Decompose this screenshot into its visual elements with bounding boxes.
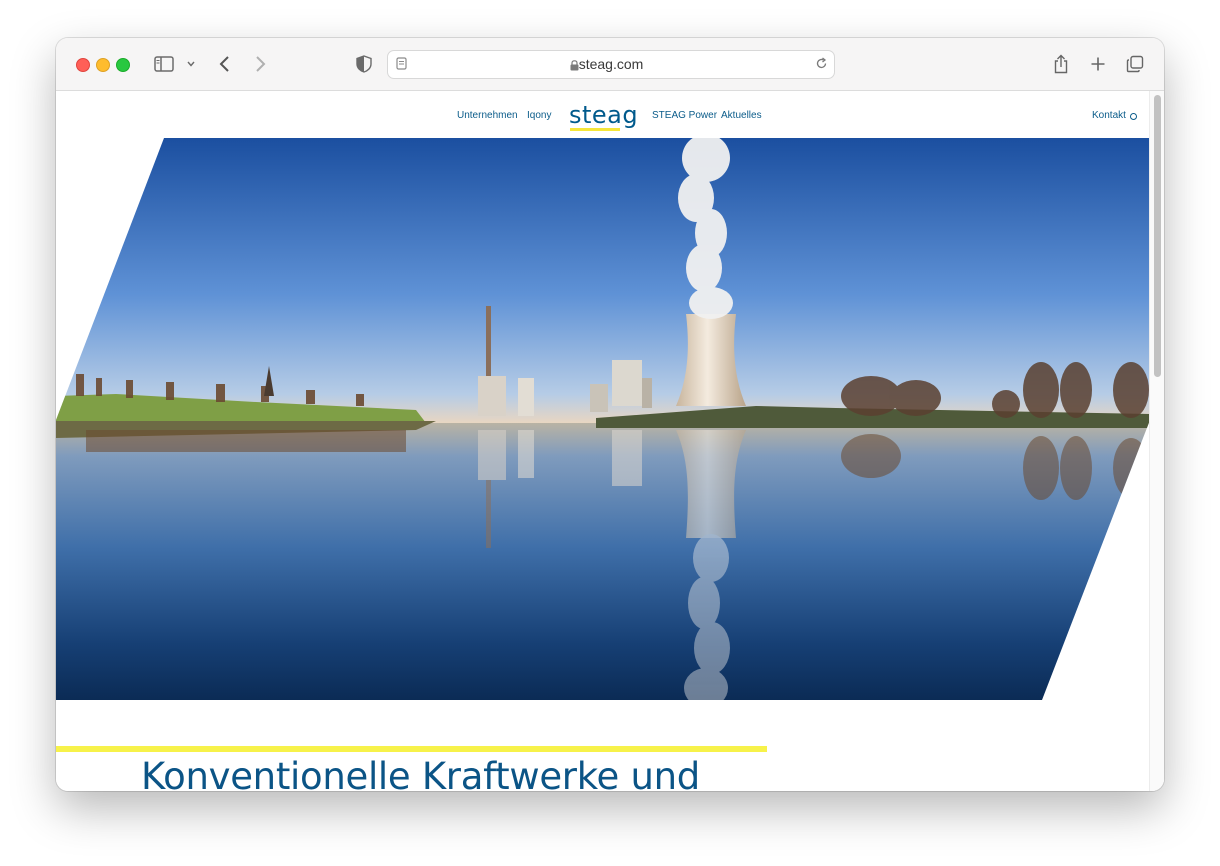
contact-link[interactable]: Kontakt (1092, 110, 1126, 121)
steag-logo[interactable]: steag (569, 101, 638, 129)
address-bar[interactable]: steag.com (387, 50, 835, 79)
nav-item-aktuelles[interactable]: Aktuelles (721, 110, 762, 121)
nav-item-steag-power[interactable]: STEAG Power (652, 110, 717, 121)
scrollbar-thumb[interactable] (1154, 95, 1161, 377)
tab-overview-icon[interactable] (1124, 52, 1146, 76)
share-icon[interactable] (1050, 52, 1072, 76)
page-viewport: Unternehmen Iqony steag STEAG Power Aktu… (56, 91, 1164, 791)
sidebar-icon[interactable] (152, 52, 176, 76)
logo-underline (570, 128, 620, 131)
hero-image (56, 138, 1150, 700)
minimize-window-button[interactable] (96, 58, 110, 72)
nav-item-unternehmen[interactable]: Unternehmen (457, 110, 518, 121)
browser-toolbar: steag.com (56, 38, 1164, 91)
browser-window: steag.com Unternehmen Iqony steag STEAG … (56, 38, 1164, 791)
nav-item-iqony[interactable]: Iqony (527, 110, 551, 121)
back-icon[interactable] (214, 52, 236, 76)
page-headline: Konventionelle Kraftwerke und (141, 755, 700, 791)
reload-icon[interactable] (815, 57, 828, 75)
zoom-window-button[interactable] (116, 58, 130, 72)
chevron-down-icon[interactable] (184, 52, 198, 76)
new-tab-icon[interactable] (1087, 52, 1109, 76)
forward-icon[interactable] (249, 52, 271, 76)
close-window-button[interactable] (76, 58, 90, 72)
privacy-shield-icon[interactable] (353, 52, 375, 76)
url-text: steag.com (578, 56, 644, 72)
globe-icon[interactable] (1130, 113, 1137, 120)
vertical-scrollbar[interactable] (1149, 91, 1164, 791)
site-navigation: Unternehmen Iqony steag STEAG Power Aktu… (56, 101, 1164, 131)
accent-line (56, 746, 767, 752)
